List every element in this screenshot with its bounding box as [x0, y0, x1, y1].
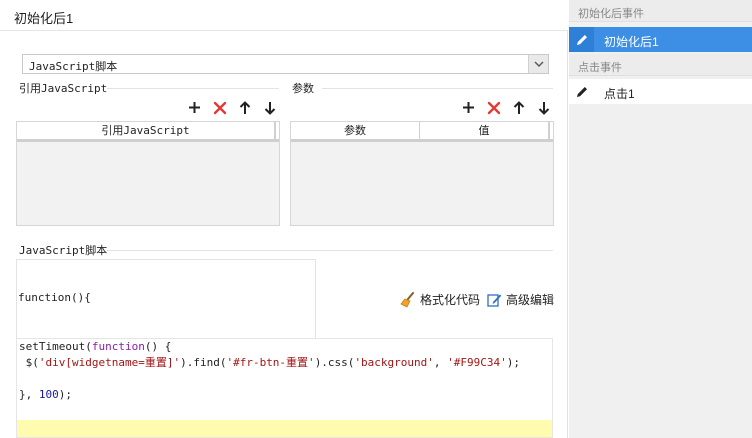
- init-events-group-label: 初始化后事件: [578, 8, 644, 20]
- pencil-icon[interactable]: [569, 27, 594, 52]
- arrow-down-icon[interactable]: [535, 99, 552, 116]
- broom-icon: [400, 291, 414, 308]
- js-script-section-label: JavaScript脚本: [19, 244, 108, 257]
- event-item-click-1[interactable]: 点击1: [569, 79, 752, 104]
- function-header: function(){: [18, 291, 91, 304]
- ref-js-table[interactable]: 引用JavaScript: [16, 121, 280, 226]
- script-type-select[interactable]: JavaScript脚本: [22, 54, 549, 74]
- plus-icon[interactable]: [186, 99, 203, 116]
- plus-icon[interactable]: [460, 99, 477, 116]
- click-events-group-header: 点击事件: [569, 54, 752, 76]
- event-item-init-1[interactable]: 初始化后1: [569, 27, 752, 52]
- arrow-down-icon[interactable]: [261, 99, 278, 116]
- dialog-title-bar: 初始化后1: [0, 0, 568, 31]
- column-header-param[interactable]: 参数: [291, 122, 420, 139]
- code-line-1-text: setTimeout(function() {: [19, 340, 172, 353]
- arrow-up-icon[interactable]: [510, 99, 527, 116]
- format-code-button[interactable]: 格式化代码: [400, 291, 480, 308]
- code-line-1: setTimeout(function() {: [19, 339, 171, 355]
- column-header-ref-js[interactable]: 引用JavaScript: [17, 122, 275, 139]
- section-divider: [107, 250, 553, 251]
- column-resize-handle[interactable]: [549, 122, 553, 139]
- ref-js-toolbar: [186, 99, 278, 116]
- click-events-group-label: 点击事件: [578, 62, 622, 74]
- events-sidebar: 初始化后事件 初始化后1 点击事件 点击1: [569, 0, 752, 438]
- ref-js-table-header: 引用JavaScript: [17, 122, 279, 142]
- event-editor-panel: 初始化后1 JavaScript脚本 引用JavaScript 引用JavaSc…: [0, 0, 568, 438]
- param-table-header: 参数 值: [291, 122, 553, 142]
- param-toolbar: [460, 99, 552, 116]
- section-divider: [107, 88, 279, 89]
- param-section-label: 参数: [292, 82, 314, 95]
- advanced-edit-label: 高级编辑: [506, 293, 555, 307]
- delete-icon[interactable]: [211, 99, 228, 116]
- code-line-4: }, 100);: [19, 387, 72, 403]
- advanced-edit-button[interactable]: 高级编辑: [487, 291, 554, 308]
- init-events-group-header: 初始化后事件: [569, 0, 752, 22]
- dialog-title: 初始化后1: [14, 11, 74, 26]
- chevron-down-icon[interactable]: [528, 55, 548, 73]
- event-item-label: 初始化后1: [604, 35, 659, 49]
- format-code-label: 格式化代码: [420, 293, 481, 307]
- delete-icon[interactable]: [485, 99, 502, 116]
- ref-js-section-label: 引用JavaScript: [19, 82, 108, 95]
- script-type-value: JavaScript脚本: [29, 60, 118, 73]
- param-table[interactable]: 参数 值: [290, 121, 554, 226]
- code-line-4-text: }, 100);: [19, 388, 72, 401]
- column-resize-handle[interactable]: [275, 122, 279, 139]
- edit-document-icon: [487, 294, 502, 307]
- code-line-2-text: $('div[widgetname=重置]').find('#fr-btn-重置…: [19, 356, 521, 369]
- current-line-highlight: [17, 420, 552, 437]
- code-line-2: $('div[widgetname=重置]').find('#fr-btn-重置…: [19, 355, 520, 371]
- arrow-up-icon[interactable]: [236, 99, 253, 116]
- event-item-label: 点击1: [604, 87, 635, 101]
- pencil-icon[interactable]: [569, 79, 594, 104]
- code-editor[interactable]: setTimeout(function() { $('div[widgetnam…: [16, 338, 553, 438]
- column-header-value[interactable]: 值: [420, 122, 549, 139]
- section-divider: [322, 88, 553, 89]
